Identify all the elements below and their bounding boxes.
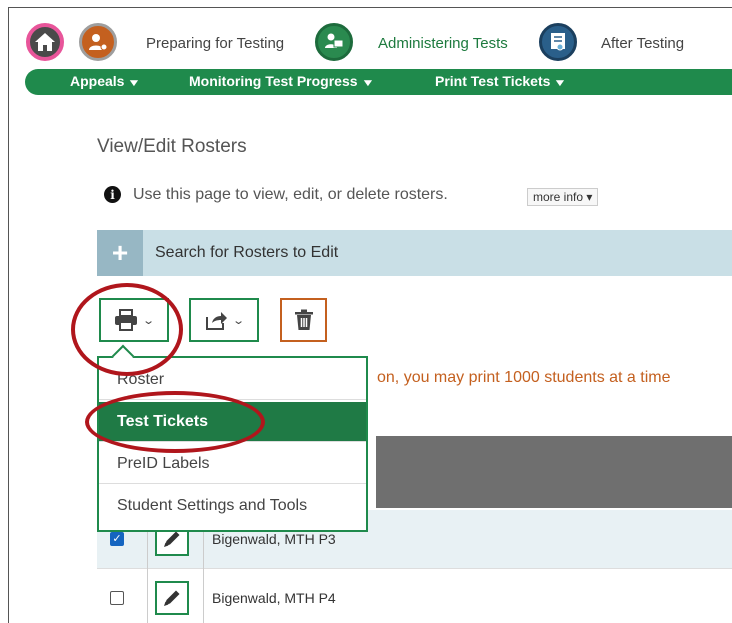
user-management-icon[interactable] [79,23,117,61]
top-navigation: Preparing for Testing Administering Test… [9,8,732,95]
menu-item-preid-labels[interactable]: PreID Labels [99,444,366,484]
print-limit-warning: on, you may print 1000 students at a tim… [377,369,671,386]
nav-after-testing[interactable]: After Testing [601,35,684,52]
pencil-icon [164,590,180,606]
edit-button[interactable] [155,581,189,615]
search-panel-header[interactable]: + Search for Rosters to Edit [97,230,732,276]
menu-item-student-settings-and-tools[interactable]: Student Settings and Tools [99,486,366,526]
row-checkbox[interactable] [110,591,124,605]
after-testing-icon[interactable] [539,23,577,61]
chevron-down-icon: ▼ [553,78,568,89]
chevron-down-icon: ▼ [360,78,375,89]
table-row: Bigenwald, MTH P4 [97,569,732,623]
more-info-button[interactable]: more info ▾ [527,188,599,206]
administering-tests-icon[interactable] [315,23,353,61]
secondary-navigation: Appeals ▼ Monitoring Test Progress ▼ Print… [25,69,732,95]
chevron-down-icon: ⌄ [232,314,246,327]
delete-button[interactable] [280,298,327,342]
trash-icon [294,309,313,330]
page-title: View/Edit Rosters [97,136,247,157]
printer-icon [115,309,138,331]
menu-monitoring-test-progress[interactable]: Monitoring Test Progress ▼ [189,73,375,89]
caret-down-icon: ▾ [586,190,593,204]
chevron-down-icon: ⌄ [142,314,156,327]
row-checkbox[interactable]: ✓ [110,532,124,546]
roster-name[interactable]: Bigenwald, MTH P4 [212,590,336,606]
table-header [376,436,732,508]
menu-print-test-tickets[interactable]: Print Test Tickets ▼ [435,73,568,89]
share-export-icon [206,312,228,330]
print-dropdown-menu: Roster Test Tickets PreID Labels Student… [97,356,368,532]
info-text: Use this page to view, edit, or delete r… [133,186,448,203]
pencil-icon [164,531,180,547]
menu-item-roster[interactable]: Roster [99,360,366,400]
chevron-down-icon: ▼ [127,78,142,89]
print-button[interactable]: ⌄ [99,298,169,342]
menu-item-test-tickets[interactable]: Test Tickets [99,402,366,442]
info-icon: i [104,186,121,203]
nav-preparing-for-testing[interactable]: Preparing for Testing [146,35,284,52]
home-icon[interactable] [26,23,64,61]
menu-appeals[interactable]: Appeals ▼ [70,73,142,89]
export-button[interactable]: ⌄ [189,298,259,342]
roster-name[interactable]: Bigenwald, MTH P3 [212,531,336,547]
nav-administering-tests[interactable]: Administering Tests [378,35,508,52]
app-frame: Preparing for Testing Administering Test… [8,7,732,623]
plus-icon[interactable]: + [97,230,143,276]
search-panel-label: Search for Rosters to Edit [155,244,339,261]
